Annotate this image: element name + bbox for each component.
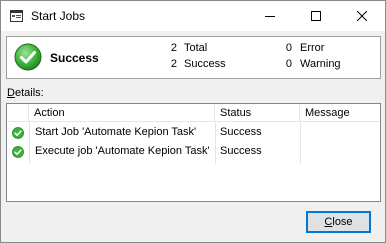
total-label: Total	[184, 42, 208, 54]
start-jobs-window: Start Jobs Success 2 Total 2 Success 0 E…	[0, 0, 386, 243]
header-icon-column[interactable]	[7, 104, 29, 122]
success-check-icon	[12, 146, 24, 158]
warning-count: 0	[285, 58, 292, 70]
close-button[interactable]: Close	[306, 211, 371, 233]
status-cell: Success	[220, 145, 262, 157]
summary-panel: Success 2 Total 2 Success 0 Error 0 Warn…	[6, 36, 381, 79]
minimize-icon	[265, 16, 275, 17]
column-header-message[interactable]: Message	[300, 104, 380, 122]
minimize-button[interactable]	[247, 1, 293, 31]
error-count: 0	[285, 42, 292, 54]
action-cell: Start Job 'Automate Kepion Task'	[35, 126, 197, 138]
maximize-icon	[311, 11, 321, 21]
status-text: Success	[50, 51, 99, 65]
details-grid[interactable]: Action Status Message Start Job 'Automat…	[6, 103, 381, 202]
close-window-button[interactable]	[339, 1, 385, 31]
total-count: 2	[170, 42, 177, 54]
maximize-button[interactable]	[293, 1, 339, 31]
close-icon	[357, 11, 367, 21]
success-check-icon	[14, 43, 42, 71]
success-count: 2	[170, 58, 177, 70]
success-check-icon	[12, 127, 24, 139]
window-title: Start Jobs	[31, 9, 86, 23]
details-label: Details:	[7, 87, 44, 99]
table-row[interactable]: Start Job 'Automate Kepion Task' Success	[7, 123, 380, 142]
warning-label: Warning	[300, 58, 341, 70]
success-label: Success	[184, 58, 226, 70]
grid-header: Action Status Message	[7, 104, 380, 122]
error-label: Error	[300, 42, 325, 54]
window-icon	[10, 10, 23, 22]
table-row[interactable]: Execute job 'Automate Kepion Task' Succe…	[7, 142, 380, 161]
status-cell: Success	[220, 126, 262, 138]
column-header-status[interactable]: Status	[215, 104, 300, 122]
action-cell: Execute job 'Automate Kepion Task'	[35, 145, 210, 157]
title-bar[interactable]: Start Jobs	[1, 1, 385, 31]
column-header-action[interactable]: Action	[29, 104, 215, 122]
